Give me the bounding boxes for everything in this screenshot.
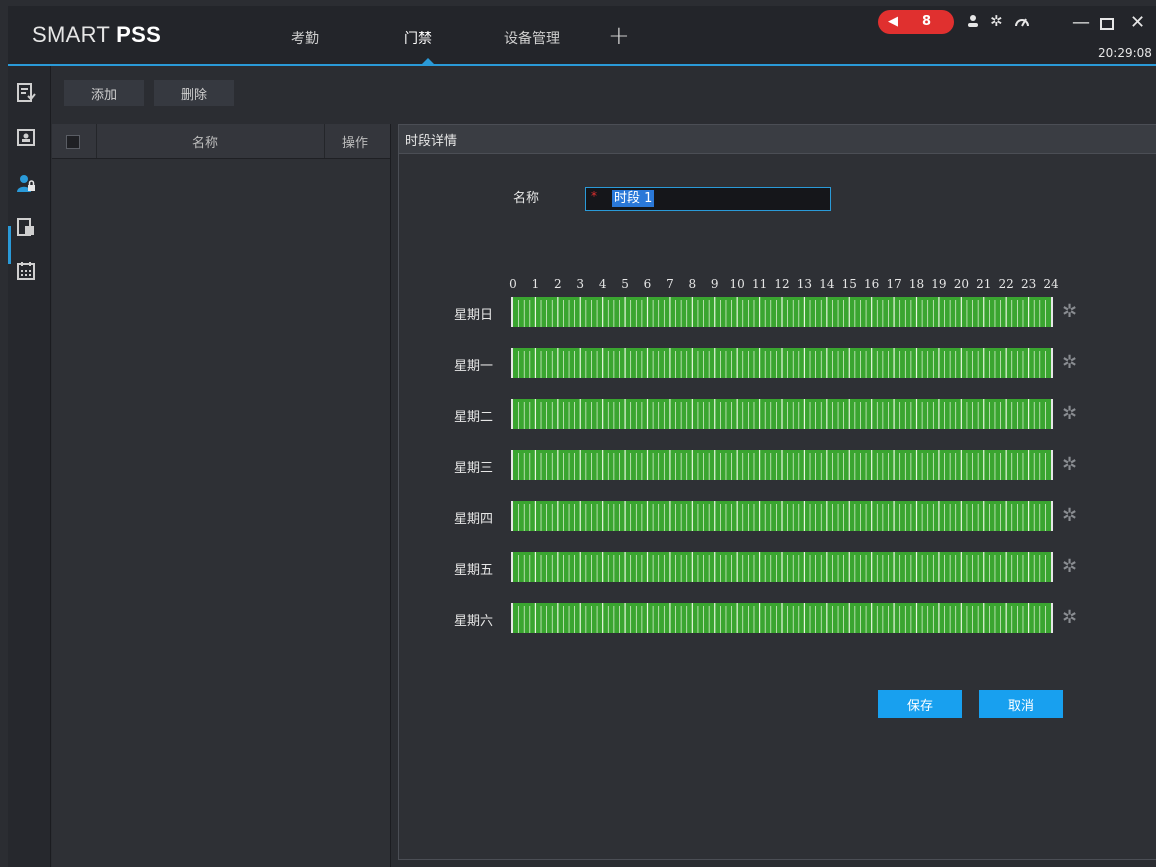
time-track[interactable] xyxy=(511,297,1053,327)
hour-label: 15 xyxy=(841,277,857,291)
app-brand: SMART PSS xyxy=(32,22,162,47)
day-settings-icon[interactable]: ✲ xyxy=(1062,301,1077,322)
time-track[interactable] xyxy=(511,399,1053,429)
time-track[interactable] xyxy=(511,450,1053,480)
access-user-icon[interactable] xyxy=(15,172,43,200)
day-settings-icon[interactable]: ✲ xyxy=(1062,352,1077,373)
settings-icon[interactable]: ✲ xyxy=(990,12,1003,30)
day-settings-icon[interactable]: ✲ xyxy=(1062,607,1077,628)
cancel-button[interactable]: 取消 xyxy=(979,690,1063,718)
column-action-header: 操作 xyxy=(342,136,369,151)
schedule-detail-panel: 时段详情 名称 * 时段 1 0 1 2 3 4 5 6 7 8 9 10 11 12 13 14 15 16 1… xyxy=(398,124,1156,860)
calendar-icon[interactable] xyxy=(15,260,43,288)
day-label: 星期二 xyxy=(454,410,494,425)
name-input[interactable]: * 时段 1 xyxy=(585,187,831,211)
maximize-icon[interactable] xyxy=(1100,14,1114,35)
time-track[interactable] xyxy=(511,552,1053,582)
hour-label: 12 xyxy=(774,277,790,291)
hour-label: 22 xyxy=(998,277,1014,291)
day-schedule-row: 星期二 ✲ xyxy=(399,399,1156,429)
day-schedule-row: 星期四 ✲ xyxy=(399,501,1156,531)
time-track[interactable] xyxy=(511,603,1053,633)
day-label: 星期五 xyxy=(454,563,494,578)
active-tab-indicator xyxy=(422,58,434,64)
detail-header: 时段详情 xyxy=(399,125,1156,154)
day-settings-icon[interactable]: ✲ xyxy=(1062,556,1077,577)
hour-label: 6 xyxy=(643,277,652,291)
time-track[interactable] xyxy=(511,348,1053,378)
day-schedule-row: 星期六 ✲ xyxy=(399,603,1156,633)
toolbar: 添加 删除 xyxy=(52,66,1156,118)
save-button[interactable]: 保存 xyxy=(878,690,962,718)
time-track[interactable] xyxy=(511,501,1053,531)
hour-label: 20 xyxy=(953,277,969,291)
hour-label: 4 xyxy=(598,277,607,291)
column-name-header: 名称 xyxy=(192,136,219,151)
tab-device-management[interactable]: 设备管理 xyxy=(504,28,560,48)
hour-label: 23 xyxy=(1020,277,1037,291)
add-tab-button[interactable]: + xyxy=(608,23,630,49)
user-icon[interactable] xyxy=(966,14,980,32)
name-label: 名称 xyxy=(513,191,540,206)
minimize-icon[interactable]: — xyxy=(1072,12,1090,33)
tab-access-control[interactable]: 门禁 xyxy=(404,28,432,48)
list-header: 名称 操作 xyxy=(52,124,390,159)
hour-label: 8 xyxy=(688,277,697,291)
close-icon[interactable]: ✕ xyxy=(1130,12,1145,33)
name-input-value: 时段 1 xyxy=(612,190,655,207)
hour-label: 24 xyxy=(1043,277,1059,291)
hour-label: 16 xyxy=(864,277,880,291)
attendance-report-icon[interactable] xyxy=(15,82,43,110)
detail-title: 时段详情 xyxy=(405,134,458,149)
add-button[interactable]: 添加 xyxy=(64,80,144,106)
day-schedule-row: 星期三 ✲ xyxy=(399,450,1156,480)
day-label: 星期六 xyxy=(454,614,494,629)
speaker-icon: ◀ xyxy=(888,14,898,29)
day-settings-icon[interactable]: ✲ xyxy=(1062,454,1077,475)
hour-label: 0 xyxy=(509,277,517,291)
hour-label: 9 xyxy=(710,277,719,291)
alarm-count: 8 xyxy=(922,14,932,29)
hour-label: 10 xyxy=(729,277,745,291)
select-all-checkbox[interactable] xyxy=(66,135,80,149)
hour-label: 5 xyxy=(621,277,629,291)
clock: 20:29:08 xyxy=(1098,46,1152,60)
hour-label: 3 xyxy=(576,277,585,291)
hour-scale: 0 1 2 3 4 5 6 7 8 9 10 11 12 13 14 15 16 17 18 19 20 21 22 23 24 xyxy=(399,277,1156,293)
person-card-icon[interactable] xyxy=(15,126,43,154)
hour-label: 18 xyxy=(908,277,925,291)
rail-active-indicator xyxy=(8,226,11,264)
hour-label: 21 xyxy=(976,277,992,291)
column-divider xyxy=(96,124,97,158)
day-schedule-row: 星期五 ✲ xyxy=(399,552,1156,582)
day-label: 星期三 xyxy=(454,461,494,476)
hour-label: 19 xyxy=(931,277,947,291)
hour-label: 11 xyxy=(751,277,768,291)
day-schedule-row: 星期一 ✲ xyxy=(399,348,1156,378)
required-mark: * xyxy=(591,189,597,203)
hour-label: 7 xyxy=(666,277,674,291)
hour-label: 1 xyxy=(531,277,540,291)
performance-icon[interactable] xyxy=(1014,14,1030,32)
door-record-icon[interactable] xyxy=(15,216,43,244)
alarm-badge[interactable]: ◀ 8 xyxy=(878,10,954,34)
day-settings-icon[interactable]: ✲ xyxy=(1062,403,1077,424)
tab-attendance[interactable]: 考勤 xyxy=(291,28,319,48)
hour-label: 13 xyxy=(796,277,813,291)
day-schedule-row: 星期日 ✲ xyxy=(399,297,1156,327)
column-divider xyxy=(324,124,325,158)
title-bar: SMART PSS 考勤 门禁 设备管理 + ◀ 8 ✲ — ✕ 20:29:0… xyxy=(8,6,1156,66)
hour-label: 17 xyxy=(886,277,902,291)
schedule-list: 名称 操作 xyxy=(52,124,391,867)
left-rail xyxy=(8,66,51,867)
hour-label: 14 xyxy=(819,277,835,291)
day-label: 星期一 xyxy=(454,359,494,374)
day-label: 星期四 xyxy=(454,512,494,527)
delete-button[interactable]: 删除 xyxy=(154,80,234,106)
day-settings-icon[interactable]: ✲ xyxy=(1062,505,1077,526)
hour-label: 2 xyxy=(554,277,562,291)
day-label: 星期日 xyxy=(454,308,494,323)
